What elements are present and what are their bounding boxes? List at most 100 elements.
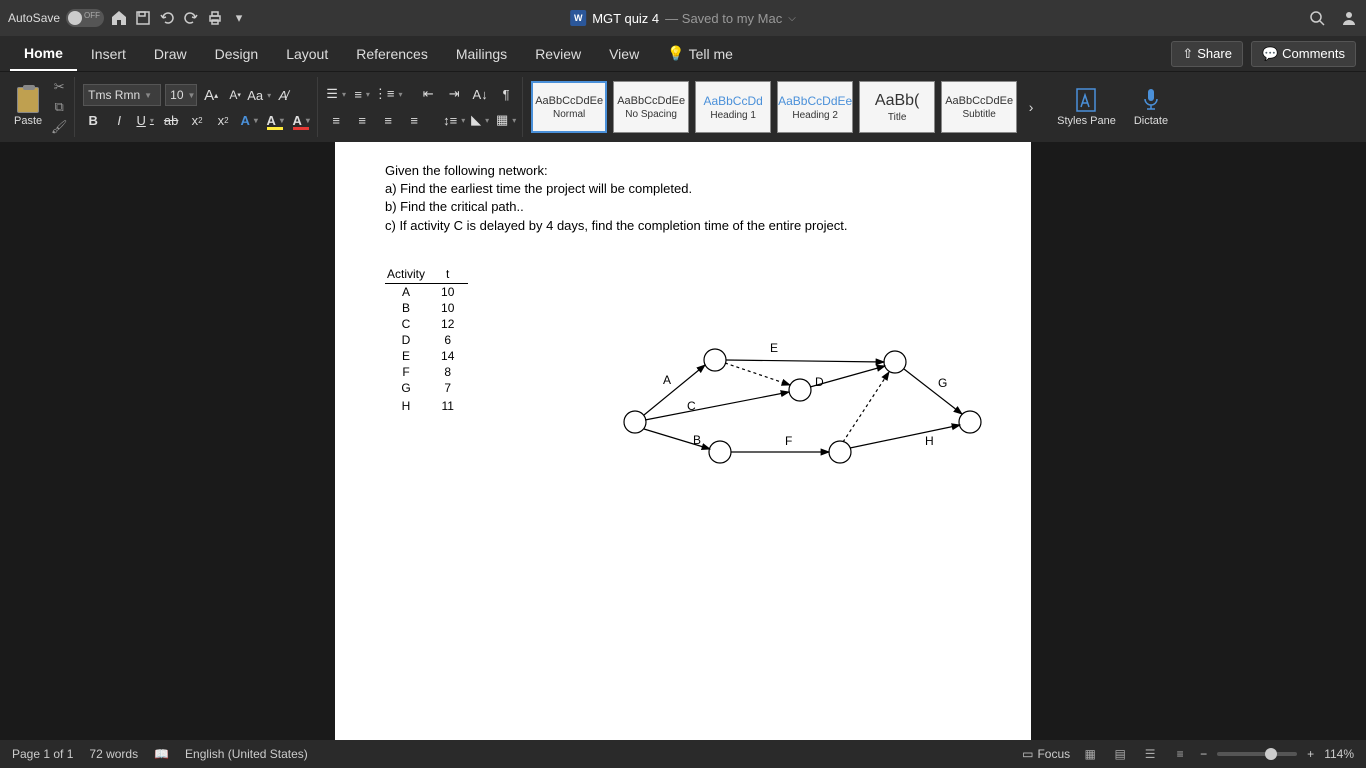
increase-indent-icon[interactable]: ⇥	[444, 84, 464, 104]
format-painter-icon[interactable]: 🖌	[50, 119, 68, 135]
font-name-selector[interactable]: Tms Rmn▼	[83, 84, 161, 106]
show-marks-icon[interactable]: ¶	[496, 84, 516, 104]
table-row[interactable]: H11	[385, 398, 468, 414]
bullets-icon[interactable]: ☰▾	[326, 84, 346, 104]
zoom-in-button[interactable]: +	[1307, 747, 1314, 761]
tab-view[interactable]: View	[595, 38, 653, 70]
undo-icon[interactable]	[158, 9, 176, 27]
underline-button[interactable]: U▾	[135, 110, 155, 130]
subscript-button[interactable]: x2	[187, 110, 207, 130]
network-diagram[interactable]: A B C D E F G H	[615, 332, 995, 502]
document-page[interactable]: Given the following network: a) Find the…	[335, 142, 1031, 740]
text-line[interactable]: a) Find the earliest time the project wi…	[385, 180, 981, 198]
style-title[interactable]: AaBb(Title	[859, 81, 935, 133]
shading-icon[interactable]: ◣▾	[470, 110, 490, 130]
print-layout-icon[interactable]: ▦	[1080, 745, 1100, 763]
align-right-icon[interactable]: ≡	[378, 110, 398, 130]
table-row[interactable]: E14	[385, 348, 468, 364]
word-count[interactable]: 72 words	[89, 747, 138, 761]
saved-status: — Saved to my Mac	[665, 11, 782, 26]
bold-button[interactable]: B	[83, 110, 103, 130]
web-layout-icon[interactable]: ▤	[1110, 745, 1130, 763]
user-account-icon[interactable]	[1340, 9, 1358, 27]
draft-view-icon[interactable]: ≡	[1170, 745, 1190, 763]
styles-pane-button[interactable]: Styles Pane	[1049, 87, 1124, 127]
language-status[interactable]: English (United States)	[185, 747, 308, 761]
align-center-icon[interactable]: ≡	[352, 110, 372, 130]
zoom-level[interactable]: 114%	[1324, 747, 1354, 761]
tab-mailings[interactable]: Mailings	[442, 38, 521, 70]
search-icon[interactable]	[1308, 9, 1326, 27]
line-spacing-icon[interactable]: ↕≡▾	[444, 110, 464, 130]
style-heading-2[interactable]: AaBbCcDdEeHeading 2	[777, 81, 853, 133]
zoom-out-button[interactable]: −	[1200, 747, 1207, 761]
table-row[interactable]: B10	[385, 300, 468, 316]
autosave-toggle[interactable]: OFF	[66, 9, 104, 27]
tab-draw[interactable]: Draw	[140, 38, 201, 70]
styles-more-icon[interactable]: ›	[1021, 97, 1041, 117]
text-line[interactable]: c) If activity C is delayed by 4 days, f…	[385, 217, 981, 235]
chevron-down-icon[interactable]: ⌵	[788, 13, 796, 24]
dictate-button[interactable]: Dictate	[1126, 87, 1176, 127]
comment-icon: 💬	[1262, 46, 1278, 62]
activity-table[interactable]: Activity t A10B10C12D6E14F8G7 H11	[385, 265, 468, 414]
clear-formatting-icon[interactable]: A̸	[273, 85, 293, 105]
style-normal[interactable]: AaBbCcDdEeNormal	[531, 81, 607, 133]
tab-home[interactable]: Home	[10, 37, 77, 71]
cut-icon[interactable]: ✂	[50, 79, 68, 95]
highlight-button[interactable]: A▾	[265, 110, 285, 130]
save-icon[interactable]	[134, 9, 152, 27]
font-size-selector[interactable]: 10▼	[165, 84, 197, 106]
italic-button[interactable]: I	[109, 110, 129, 130]
body-text[interactable]: Given the following network: a) Find the…	[385, 162, 981, 235]
tab-references[interactable]: References	[342, 38, 442, 70]
table-header[interactable]: Activity	[385, 265, 439, 284]
text-effects-button[interactable]: A▾	[239, 110, 259, 130]
redo-icon[interactable]	[182, 9, 200, 27]
page-status[interactable]: Page 1 of 1	[12, 747, 73, 761]
copy-icon[interactable]: ⧉	[50, 99, 68, 115]
justify-icon[interactable]: ≡	[404, 110, 424, 130]
tab-design[interactable]: Design	[201, 38, 273, 70]
home-icon[interactable]	[110, 9, 128, 27]
style-subtitle[interactable]: AaBbCcDdEeSubtitle	[941, 81, 1017, 133]
table-row[interactable]: A10	[385, 283, 468, 300]
clipboard-group: Paste ✂ ⧉ 🖌	[8, 77, 75, 137]
numbering-icon[interactable]: ≡▾	[352, 84, 372, 104]
text-line[interactable]: b) Find the critical path..	[385, 198, 981, 216]
style-no-spacing[interactable]: AaBbCcDdEeNo Spacing	[613, 81, 689, 133]
table-row[interactable]: D6	[385, 332, 468, 348]
print-icon[interactable]	[206, 9, 224, 27]
align-left-icon[interactable]: ≡	[326, 110, 346, 130]
decrease-indent-icon[interactable]: ⇤	[418, 84, 438, 104]
table-row[interactable]: F8	[385, 364, 468, 380]
tab-layout[interactable]: Layout	[272, 38, 342, 70]
tab-insert[interactable]: Insert	[77, 38, 140, 70]
superscript-button[interactable]: x2	[213, 110, 233, 130]
multilevel-list-icon[interactable]: ⋮≡▾	[378, 84, 398, 104]
tell-me[interactable]: 💡Tell me	[653, 37, 747, 70]
customize-toolbar-icon[interactable]: ▾	[230, 9, 248, 27]
focus-mode[interactable]: ▭Focus	[1022, 747, 1070, 761]
font-color-button[interactable]: A▾	[291, 110, 311, 130]
strikethrough-button[interactable]: ab	[161, 110, 181, 130]
table-row[interactable]: C12	[385, 316, 468, 332]
style-heading-1[interactable]: AaBbCcDdHeading 1	[695, 81, 771, 133]
sort-icon[interactable]: A↓	[470, 84, 490, 104]
document-area[interactable]: Given the following network: a) Find the…	[0, 142, 1366, 740]
table-header[interactable]: t	[439, 265, 468, 284]
text-line[interactable]: Given the following network:	[385, 162, 981, 180]
paste-button[interactable]: Paste	[14, 87, 42, 127]
comments-button[interactable]: 💬Comments	[1251, 41, 1356, 67]
change-case-icon[interactable]: Aa▾	[249, 85, 269, 105]
paragraph-group: ☰▾ ≡▾ ⋮≡▾ ⇤ ⇥ A↓ ¶ ≡ ≡ ≡ ≡ ↕≡▾ ◣▾ ▦▾	[320, 77, 523, 137]
share-button[interactable]: ⇧Share	[1171, 41, 1243, 67]
increase-font-icon[interactable]: A▴	[201, 85, 221, 105]
spell-check-icon[interactable]: 📖	[154, 747, 169, 761]
table-row[interactable]: G7	[385, 380, 468, 396]
decrease-font-icon[interactable]: A▾	[225, 85, 245, 105]
zoom-slider[interactable]	[1217, 752, 1297, 756]
borders-icon[interactable]: ▦▾	[496, 110, 516, 130]
tab-review[interactable]: Review	[521, 38, 595, 70]
outline-view-icon[interactable]: ☰	[1140, 745, 1160, 763]
